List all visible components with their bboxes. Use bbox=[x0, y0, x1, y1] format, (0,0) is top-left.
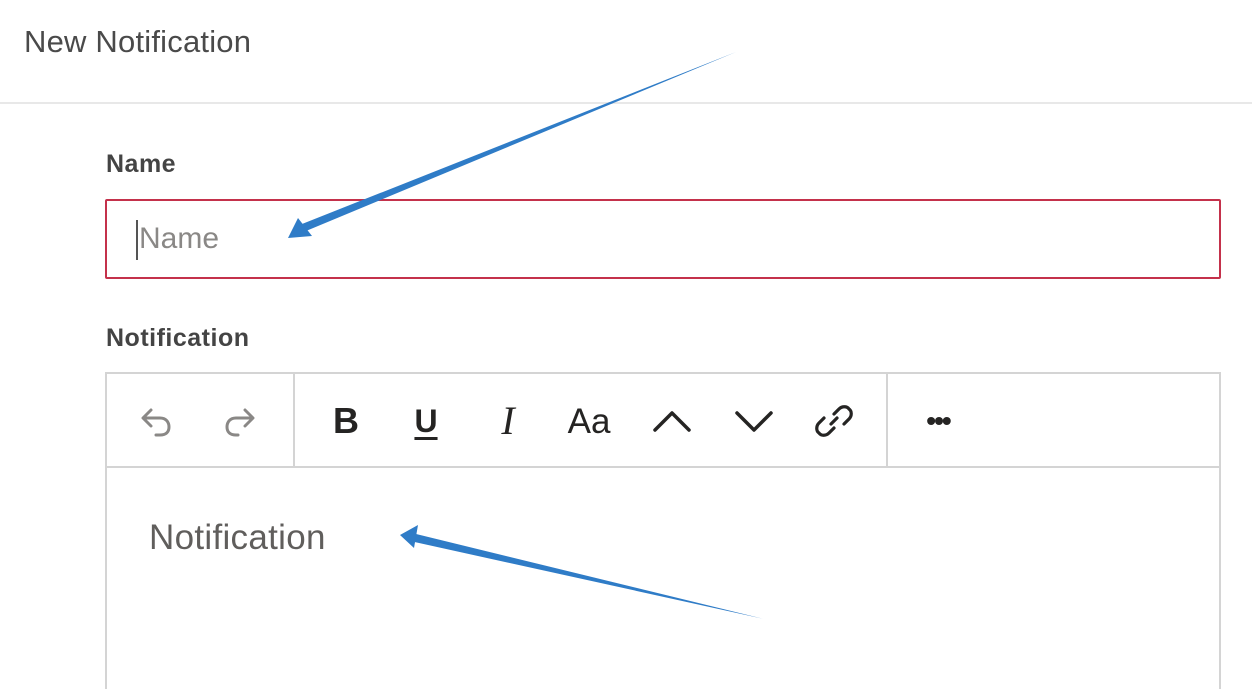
superscript-button[interactable] bbox=[647, 396, 697, 446]
more-icon: ••• bbox=[926, 405, 951, 436]
notification-label: Notification bbox=[106, 324, 250, 352]
page-title: New Notification bbox=[24, 24, 252, 59]
bold-icon: B bbox=[333, 400, 359, 441]
more-options-button[interactable]: ••• bbox=[913, 396, 963, 446]
name-label: Name bbox=[106, 150, 177, 178]
dialog-header: New Notification bbox=[0, 0, 1252, 104]
subscript-button[interactable] bbox=[729, 396, 779, 446]
italic-button[interactable]: I bbox=[483, 396, 533, 446]
text-caret bbox=[136, 220, 138, 260]
name-input[interactable] bbox=[105, 199, 1221, 279]
underline-button[interactable]: U bbox=[401, 396, 451, 446]
link-icon bbox=[815, 405, 853, 437]
undo-icon bbox=[141, 408, 171, 437]
redo-icon bbox=[225, 408, 255, 437]
underline-icon: U bbox=[414, 403, 438, 439]
redo-button[interactable] bbox=[215, 396, 265, 446]
editor-toolbar: B U I Aa ••• bbox=[107, 374, 1219, 468]
notification-editor: B U I Aa ••• Notification bbox=[105, 372, 1221, 689]
bold-button[interactable]: B bbox=[321, 396, 371, 446]
chevron-up-icon bbox=[653, 411, 691, 432]
toolbar-separator bbox=[886, 374, 888, 468]
notification-text-area[interactable]: Notification bbox=[149, 518, 326, 558]
font-size-button[interactable]: Aa bbox=[559, 396, 619, 446]
font-size-icon: Aa bbox=[567, 401, 611, 441]
undo-button[interactable] bbox=[131, 396, 181, 446]
italic-icon: I bbox=[501, 398, 515, 443]
toolbar-separator bbox=[293, 374, 295, 468]
link-button[interactable] bbox=[809, 396, 859, 446]
chevron-down-icon bbox=[735, 411, 773, 432]
